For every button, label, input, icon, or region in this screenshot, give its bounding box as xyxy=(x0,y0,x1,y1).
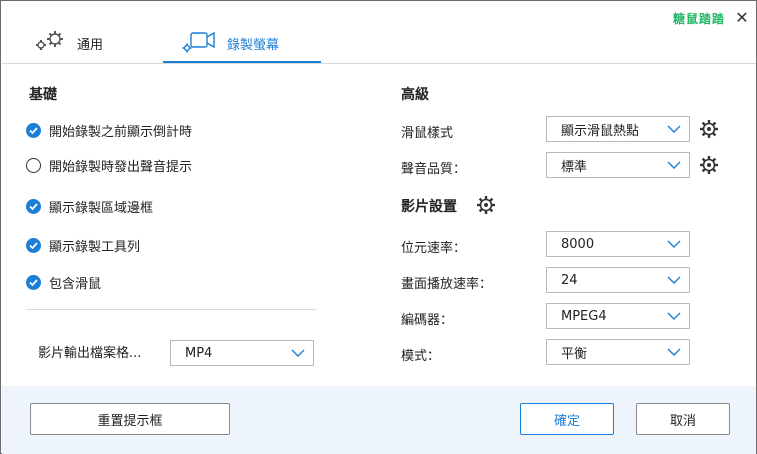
encoder-label: 編碼器： xyxy=(401,313,454,328)
video-section-title: 影片設置 xyxy=(401,199,457,215)
cancel-button[interactable]: 取消 xyxy=(636,403,730,435)
bitrate-select[interactable]: 8000 xyxy=(546,231,690,257)
option-label: 顯示錄製工具列 xyxy=(49,240,141,255)
settings-dialog: 糖鼠踏踏 ✕ 通用 錄製螢幕 基礎 開始錄製之前顯示倒計時 開始錄製時發出聲音提… xyxy=(0,0,757,454)
checkbox-checked-icon[interactable] xyxy=(26,123,41,138)
chevron-down-icon xyxy=(667,240,681,248)
mode-value: 平衡 xyxy=(561,346,588,362)
option-show-toolbar[interactable]: 顯示錄製工具列 xyxy=(26,236,140,255)
option-label: 開始錄製時發出聲音提示 xyxy=(49,160,193,175)
mode-select[interactable]: 平衡 xyxy=(546,339,690,365)
tab-general-label: 通用 xyxy=(77,37,104,53)
output-format-select[interactable]: MP4 xyxy=(170,340,314,366)
mouse-style-select[interactable]: 顯示滑鼠熱點 xyxy=(546,116,690,142)
chevron-down-icon xyxy=(291,349,305,357)
audio-quality-select[interactable]: 標準 xyxy=(546,152,690,178)
encoder-value: MPEG4 xyxy=(561,308,607,324)
checkbox-unchecked-icon[interactable] xyxy=(26,158,41,173)
chevron-down-icon xyxy=(667,276,681,284)
settings-gear-icon xyxy=(33,30,67,56)
output-format-value: MP4 xyxy=(185,345,213,361)
option-label: 開始錄製之前顯示倒計時 xyxy=(49,125,193,140)
framerate-select[interactable]: 24 xyxy=(546,267,690,293)
audio-quality-settings-gear-icon[interactable] xyxy=(699,155,719,175)
option-include-mouse[interactable]: 包含滑鼠 xyxy=(26,273,101,292)
close-icon[interactable]: ✕ xyxy=(733,9,751,27)
encoder-select[interactable]: MPEG4 xyxy=(546,303,690,329)
audio-quality-value: 標準 xyxy=(561,159,588,175)
mode-label: 模式： xyxy=(401,349,441,364)
chevron-down-icon xyxy=(667,312,681,320)
tab-record-screen[interactable]: 錄製螢幕 xyxy=(181,23,321,63)
video-settings-gear-icon[interactable] xyxy=(476,195,496,215)
checkbox-checked-icon[interactable] xyxy=(26,275,41,290)
brand-watermark: 糖鼠踏踏 xyxy=(673,12,726,26)
advanced-section-title: 高級 xyxy=(401,87,429,103)
mouse-style-value: 顯示滑鼠熱點 xyxy=(561,123,640,139)
tab-general[interactable]: 通用 xyxy=(33,23,103,63)
checkbox-checked-icon[interactable] xyxy=(26,199,41,214)
chevron-down-icon xyxy=(667,161,681,169)
mouse-style-settings-gear-icon[interactable] xyxy=(699,119,719,139)
output-format-label: 影片輸出檔案格... xyxy=(38,346,142,361)
framerate-value: 24 xyxy=(561,272,578,288)
option-label: 包含滑鼠 xyxy=(49,277,102,292)
header-divider xyxy=(2,63,756,64)
chevron-down-icon xyxy=(667,348,681,356)
bitrate-label: 位元速率： xyxy=(401,241,467,256)
checkbox-checked-icon[interactable] xyxy=(26,238,41,253)
bitrate-value: 8000 xyxy=(561,236,595,252)
option-show-border[interactable]: 顯示錄製區域邊框 xyxy=(26,197,153,216)
dialog-footer: 重置提示框 確定 取消 xyxy=(2,386,756,454)
tab-record-label: 錄製螢幕 xyxy=(227,37,280,53)
framerate-label: 畫面播放速率： xyxy=(401,277,493,292)
section-divider xyxy=(26,309,316,310)
option-label: 顯示錄製區域邊框 xyxy=(49,201,154,216)
audio-quality-label: 聲音品質： xyxy=(401,162,467,177)
reset-prompts-button[interactable]: 重置提示框 xyxy=(30,403,230,435)
chevron-down-icon xyxy=(667,125,681,133)
video-camera-icon xyxy=(181,29,217,57)
option-sound-cue[interactable]: 開始錄製時發出聲音提示 xyxy=(26,156,192,175)
mouse-style-label: 滑鼠樣式 xyxy=(401,126,454,141)
option-countdown[interactable]: 開始錄製之前顯示倒計時 xyxy=(26,121,192,140)
ok-button[interactable]: 確定 xyxy=(520,403,614,435)
basic-section-title: 基礎 xyxy=(29,87,57,103)
